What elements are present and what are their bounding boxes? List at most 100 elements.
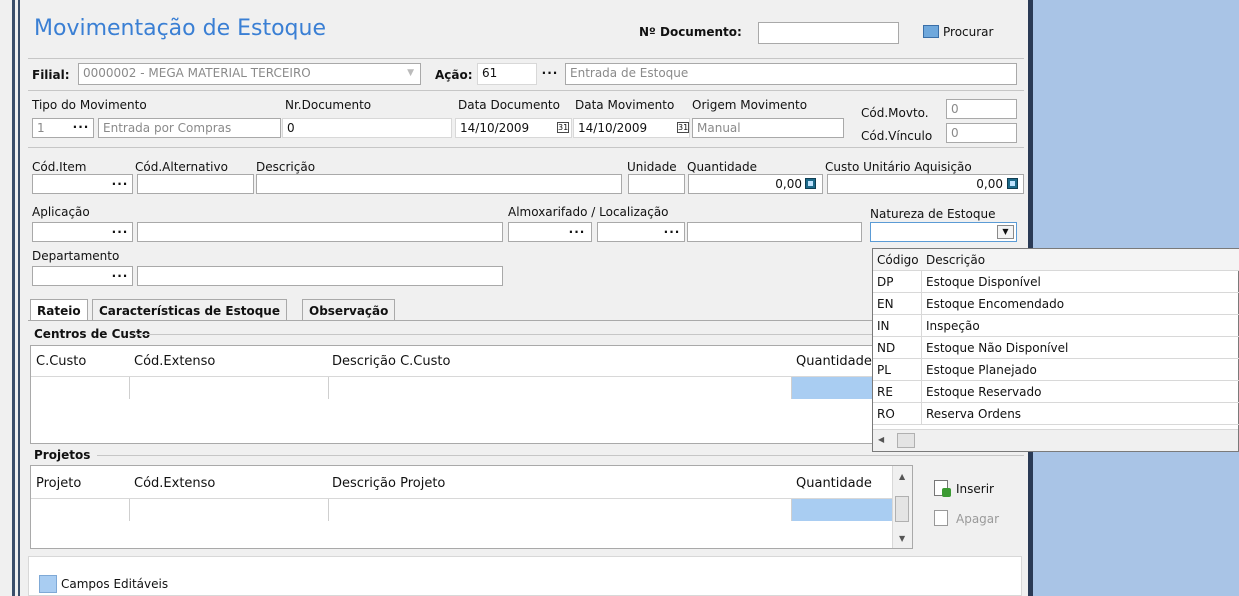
data-movimento-value: 14/10/2009 bbox=[578, 121, 648, 135]
table-row[interactable] bbox=[31, 498, 892, 521]
dropdown-arrow-button[interactable]: ▼ bbox=[997, 225, 1014, 239]
descricao-input[interactable] bbox=[256, 174, 622, 194]
doc-number-label: Nº Documento: bbox=[639, 25, 742, 39]
column-header-descricao-projeto[interactable]: Descrição Projeto bbox=[332, 476, 445, 491]
custo-unitario-input[interactable]: 0,00 bbox=[827, 174, 1024, 194]
column-header-projeto[interactable]: Projeto bbox=[36, 476, 81, 491]
legend-panel: Campos Editáveis bbox=[28, 556, 1022, 596]
editable-cell[interactable] bbox=[792, 499, 892, 521]
tab-caracteristicas-estoque[interactable]: Características de Estoque bbox=[92, 299, 287, 321]
insert-button-label: Inserir bbox=[956, 482, 994, 496]
data-documento-label: Data Documento bbox=[458, 98, 560, 112]
column-header-quantidade[interactable]: Quantidade bbox=[796, 476, 872, 491]
custo-unitario-value: 0,00 bbox=[976, 177, 1003, 191]
filial-value: 0000002 - MEGA MATERIAL TERCEIRO bbox=[83, 66, 311, 80]
quantidade-value: 0,00 bbox=[775, 177, 802, 191]
unidade-label: Unidade bbox=[627, 160, 677, 174]
cod-alternativo-input[interactable] bbox=[137, 174, 254, 194]
aplicacao-description bbox=[137, 222, 503, 242]
horizontal-scrollbar[interactable]: ◀ bbox=[873, 429, 1238, 451]
data-movimento-label: Data Movimento bbox=[575, 98, 675, 112]
cod-item-label: Cód.Item bbox=[32, 160, 87, 174]
departamento-lookup-button[interactable]: ··· bbox=[110, 269, 130, 283]
cod-alternativo-label: Cód.Alternativo bbox=[135, 160, 228, 174]
data-documento-value: 14/10/2009 bbox=[460, 121, 530, 135]
localizacao-lookup-button[interactable]: ··· bbox=[662, 225, 682, 239]
left-window-frame bbox=[0, 0, 22, 596]
acao-lookup-button[interactable]: ··· bbox=[540, 66, 560, 80]
calendar-icon[interactable]: 31 bbox=[677, 122, 689, 133]
aplicacao-lookup-button[interactable]: ··· bbox=[110, 225, 130, 239]
origem-movimento-field: Manual bbox=[692, 118, 844, 138]
natureza-estoque-label: Natureza de Estoque bbox=[870, 207, 996, 221]
search-button[interactable]: Procurar bbox=[921, 22, 1003, 42]
vertical-scrollbar[interactable]: ▲ ▼ bbox=[892, 466, 912, 548]
acao-label: Ação: bbox=[435, 68, 473, 82]
dropdown-option-dp[interactable]: DP Estoque Disponível bbox=[873, 271, 1239, 293]
quantidade-input[interactable]: 0,00 bbox=[688, 174, 823, 194]
scroll-up-icon[interactable]: ▲ bbox=[899, 472, 905, 481]
editable-cell[interactable] bbox=[792, 377, 882, 399]
nr-documento-input[interactable]: 0 bbox=[282, 118, 452, 138]
projetos-title: Projetos bbox=[34, 448, 91, 462]
scroll-left-icon[interactable]: ◀ bbox=[878, 435, 884, 444]
column-header-quantidade[interactable]: Quantidade bbox=[796, 354, 872, 369]
column-header-cod-extenso[interactable]: Cód.Extenso bbox=[134, 354, 215, 369]
calendar-icon[interactable]: 31 bbox=[557, 122, 569, 133]
filial-label: Filial: bbox=[32, 68, 70, 82]
custo-unitario-label: Custo Unitário Aquisição bbox=[825, 160, 972, 174]
dropdown-option-nd[interactable]: ND Estoque Não Disponível bbox=[873, 337, 1239, 359]
scroll-thumb[interactable] bbox=[897, 433, 915, 448]
calculator-icon[interactable] bbox=[805, 178, 816, 189]
dropdown-option-en[interactable]: EN Estoque Encomendado bbox=[873, 293, 1239, 315]
tipo-movimento-lookup-button[interactable]: ··· bbox=[70, 120, 92, 134]
almoxarifado-label: Almoxarifado / Localização bbox=[508, 205, 669, 219]
dropdown-option-pl[interactable]: PL Estoque Planejado bbox=[873, 359, 1239, 381]
tab-rateio[interactable]: Rateio bbox=[30, 299, 88, 321]
plus-icon bbox=[942, 488, 951, 497]
almoxarifado-lookup-button[interactable]: ··· bbox=[567, 225, 587, 239]
column-header-descricao-ccusto[interactable]: Descrição C.Custo bbox=[332, 354, 450, 369]
acao-code-input[interactable]: 61 bbox=[477, 63, 537, 85]
unidade-input[interactable] bbox=[628, 174, 685, 194]
doc-number-input[interactable] bbox=[758, 22, 899, 44]
dropdown-header-description: Descrição bbox=[926, 253, 986, 267]
dropdown-header-row: Código Descrição bbox=[873, 249, 1239, 271]
data-movimento-input[interactable]: 14/10/2009 bbox=[573, 118, 690, 138]
centros-custo-title: Centros de Custo bbox=[34, 327, 151, 341]
dropdown-option-in[interactable]: IN Inspeção bbox=[873, 315, 1239, 337]
natureza-estoque-dropdown[interactable]: Código Descrição DP Estoque Disponível EN… bbox=[872, 248, 1239, 452]
calculator-icon[interactable] bbox=[1007, 178, 1018, 189]
dropdown-option-ro[interactable]: RO Reserva Ordens bbox=[873, 403, 1239, 425]
tipo-movimento-label: Tipo do Movimento bbox=[32, 98, 147, 112]
data-documento-input[interactable]: 14/10/2009 bbox=[455, 118, 572, 138]
page-title: Movimentação de Estoque bbox=[34, 16, 327, 41]
departamento-label: Departamento bbox=[32, 249, 120, 263]
search-icon bbox=[923, 25, 939, 38]
editable-fields-label: Campos Editáveis bbox=[61, 577, 169, 591]
delete-document-icon bbox=[934, 510, 948, 526]
cod-vinculo-label: Cód.Vínculo bbox=[861, 129, 933, 143]
dropdown-option-re[interactable]: RE Estoque Reservado bbox=[873, 381, 1239, 403]
filial-select[interactable]: 0000002 - MEGA MATERIAL TERCEIRO ▼ bbox=[78, 63, 421, 85]
insert-button[interactable]: Inserir bbox=[932, 479, 1004, 499]
cod-movto-field: 0 bbox=[946, 99, 1017, 119]
scroll-thumb[interactable] bbox=[895, 496, 909, 522]
origem-movimento-label: Origem Movimento bbox=[692, 98, 808, 112]
tab-observacao[interactable]: Observação bbox=[302, 299, 396, 321]
descricao-label: Descrição bbox=[256, 160, 316, 174]
quantidade-label: Quantidade bbox=[687, 160, 758, 174]
natureza-estoque-select[interactable]: ▼ bbox=[870, 222, 1017, 242]
cod-item-lookup-button[interactable]: ··· bbox=[110, 177, 130, 191]
column-header-cod-extenso[interactable]: Cód.Extenso bbox=[134, 476, 215, 491]
departamento-description bbox=[137, 266, 503, 286]
cod-movto-label: Cód.Movto. bbox=[861, 106, 929, 120]
chevron-down-icon: ▼ bbox=[407, 68, 414, 78]
aplicacao-label: Aplicação bbox=[32, 205, 90, 219]
projetos-grid[interactable]: Projeto Cód.Extenso Descrição Projeto Qu… bbox=[30, 465, 913, 549]
column-header-ccusto[interactable]: C.Custo bbox=[36, 354, 86, 369]
delete-button[interactable]: Apagar bbox=[932, 509, 1010, 529]
editable-fields-swatch bbox=[39, 575, 57, 593]
scroll-down-icon[interactable]: ▼ bbox=[899, 534, 905, 543]
tipo-movimento-description: Entrada por Compras bbox=[98, 118, 281, 138]
